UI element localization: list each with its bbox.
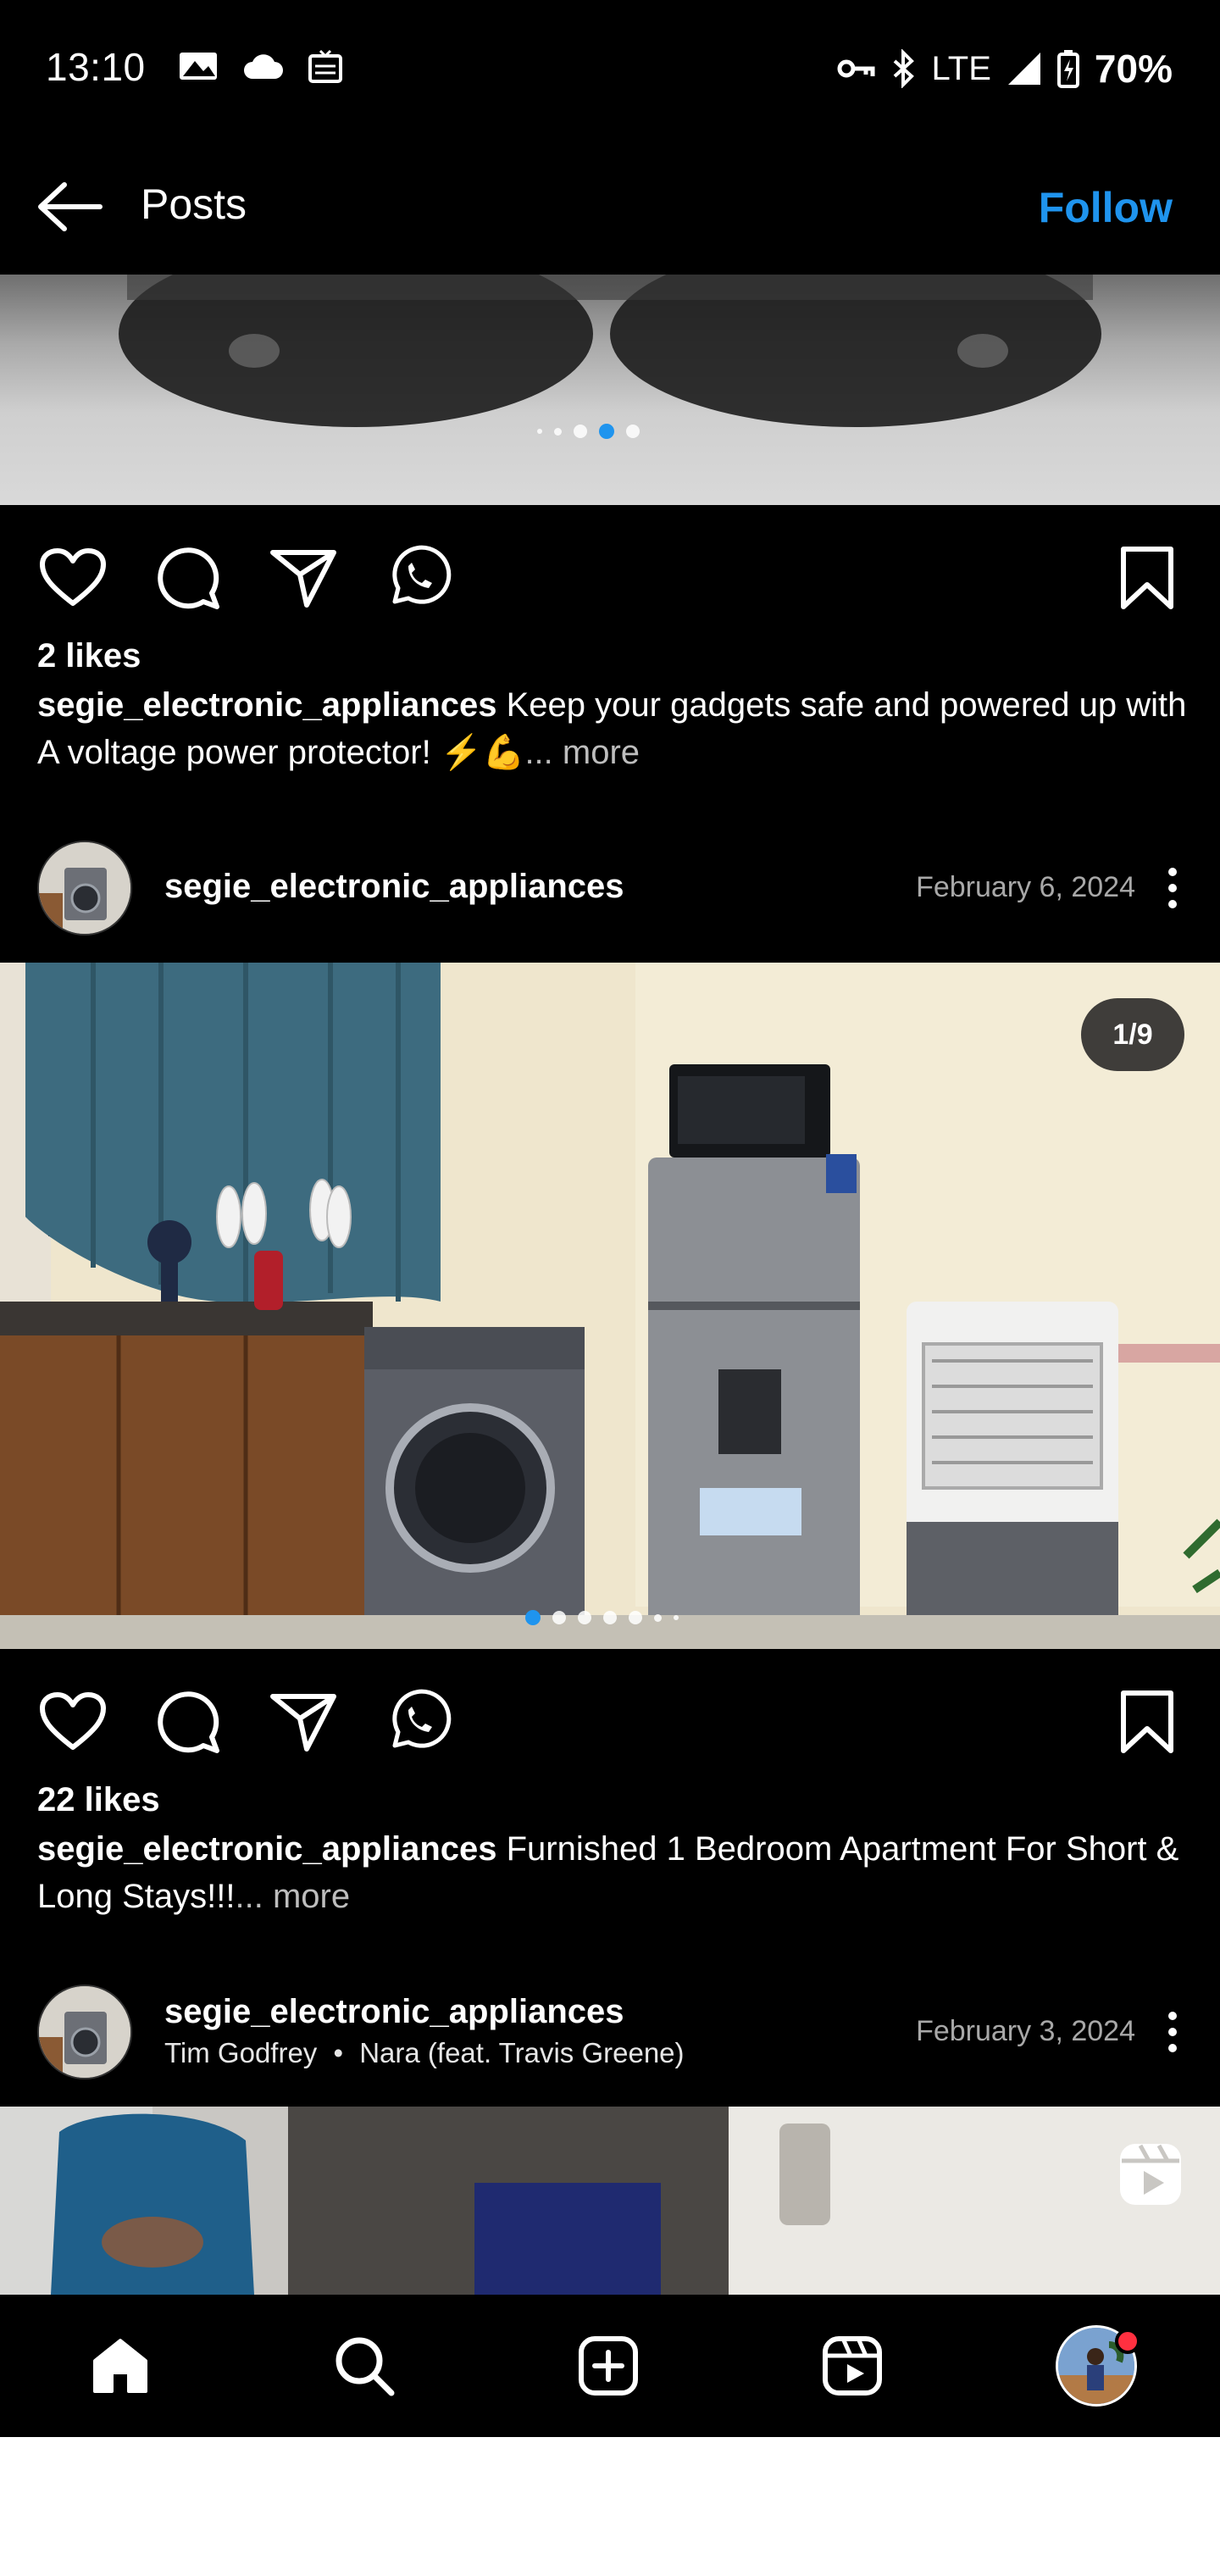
media-counter: 1/9 xyxy=(1081,998,1184,1071)
bookmark-icon xyxy=(1121,1690,1173,1753)
whatsapp-icon xyxy=(392,1689,452,1748)
post-media-image[interactable]: 1/9 xyxy=(0,963,1220,1649)
likes-count[interactable]: 2 likes xyxy=(37,637,141,675)
battery-icon xyxy=(1056,50,1079,88)
nav-create[interactable] xyxy=(568,2325,649,2407)
post-action-row xyxy=(0,532,1220,617)
battery-percent: 70% xyxy=(1094,47,1173,91)
top-app-bar: Posts Follow xyxy=(0,136,1220,275)
bookmark-icon xyxy=(1121,547,1173,609)
caption-username[interactable]: segie_electronic_appliances xyxy=(37,686,497,724)
back-arrow-icon xyxy=(38,182,103,231)
more-options-button[interactable] xyxy=(1147,854,1198,922)
washing-machine-avatar xyxy=(39,842,130,934)
like-button[interactable] xyxy=(37,1686,108,1757)
more-options-button[interactable] xyxy=(1147,1998,1198,2066)
post-date: February 6, 2024 xyxy=(916,871,1135,903)
like-button[interactable] xyxy=(37,542,108,613)
sim-icon xyxy=(308,49,342,83)
comment-icon xyxy=(158,1691,219,1753)
avatar[interactable] xyxy=(37,1985,132,2079)
carousel-dot xyxy=(629,1611,642,1624)
post-username[interactable]: segie_electronic_appliances xyxy=(164,1993,624,2031)
audio-separator: • xyxy=(333,2037,344,2068)
save-button[interactable] xyxy=(1112,542,1183,613)
carousel-dot xyxy=(537,429,542,434)
network-type: LTE xyxy=(931,49,991,87)
signal-icon xyxy=(1007,53,1040,85)
create-icon xyxy=(579,2336,638,2396)
send-icon xyxy=(270,550,336,608)
save-button[interactable] xyxy=(1112,1686,1183,1757)
more-link[interactable]: ... more xyxy=(235,1878,350,1915)
comment-icon xyxy=(158,547,219,609)
apartment-appliances-photo xyxy=(0,963,1220,1649)
whatsapp-button[interactable] xyxy=(383,542,454,613)
page-title: Posts xyxy=(141,180,247,228)
gallery-icon xyxy=(180,53,217,80)
notification-dot xyxy=(1115,2329,1140,2354)
search-icon xyxy=(336,2337,395,2396)
whatsapp-icon xyxy=(392,545,452,604)
home-icon xyxy=(93,2339,147,2393)
heart-icon xyxy=(40,1692,106,1750)
app-screen: 13:10 LTE 70% Posts Follow 2 likes segie… xyxy=(0,0,1220,2437)
post-caption: segie_electronic_appliances Keep your ga… xyxy=(37,681,1190,776)
audio-artist: Tim Godfrey xyxy=(164,2037,318,2068)
status-left-icons xyxy=(178,47,344,85)
post-caption: segie_electronic_appliances Furnished 1 … xyxy=(37,1825,1190,1920)
whatsapp-button[interactable] xyxy=(383,1686,454,1757)
cloud-icon xyxy=(244,54,283,79)
share-button[interactable] xyxy=(268,1686,339,1757)
washing-machine-avatar xyxy=(39,1986,130,2078)
reels-icon xyxy=(1120,2144,1181,2205)
more-link[interactable]: ... more xyxy=(524,734,640,771)
comment-button[interactable] xyxy=(152,542,224,613)
carousel-indicator xyxy=(525,1610,679,1625)
carousel-dot xyxy=(654,1613,662,1622)
share-button[interactable] xyxy=(268,542,339,613)
post-header: segie_electronic_appliances Tim Godfrey … xyxy=(0,1981,1220,2083)
post-action-row xyxy=(0,1676,1220,1761)
nav-home[interactable] xyxy=(80,2325,161,2407)
post-date: February 3, 2024 xyxy=(916,2015,1135,2047)
carousel-dot xyxy=(578,1611,591,1624)
likes-count[interactable]: 22 likes xyxy=(37,1781,160,1819)
reels-icon xyxy=(823,2336,882,2396)
reels-indicator xyxy=(1117,2140,1184,2212)
heart-icon xyxy=(40,548,106,606)
follow-button[interactable]: Follow xyxy=(1039,183,1173,232)
bottom-navigation xyxy=(0,2295,1220,2437)
post-header: segie_electronic_appliances February 6, … xyxy=(0,837,1220,939)
carousel-dot xyxy=(554,427,562,436)
carousel-dot xyxy=(574,425,587,438)
audio-attribution[interactable]: Tim Godfrey • Nara (feat. Travis Greene) xyxy=(164,2037,685,2069)
post-media-image[interactable] xyxy=(0,275,1220,505)
reel-video-frame xyxy=(0,2107,1220,2295)
carousel-indicator xyxy=(537,424,640,439)
carousel-dot-active xyxy=(525,1610,541,1625)
bluetooth-icon xyxy=(893,49,914,88)
nav-reels[interactable] xyxy=(812,2325,893,2407)
carousel-dot xyxy=(674,1615,679,1620)
status-time: 13:10 xyxy=(46,45,146,89)
carousel-dot xyxy=(552,1611,566,1624)
nav-search[interactable] xyxy=(324,2325,405,2407)
comment-button[interactable] xyxy=(152,1686,224,1757)
carousel-dot xyxy=(603,1611,617,1624)
send-icon xyxy=(270,1694,336,1752)
status-bar: 13:10 LTE 70% xyxy=(0,0,1220,136)
post-username[interactable]: segie_electronic_appliances xyxy=(164,868,624,906)
caption-username[interactable]: segie_electronic_appliances xyxy=(37,1830,497,1868)
power-protector-photo xyxy=(119,275,1101,427)
back-button[interactable] xyxy=(34,171,105,242)
vpn-key-icon xyxy=(837,59,875,78)
post-media-video[interactable] xyxy=(0,2107,1220,2295)
avatar[interactable] xyxy=(37,841,132,935)
status-right-icons: LTE 70% xyxy=(837,46,1173,92)
audio-track: Nara (feat. Travis Greene) xyxy=(359,2037,685,2068)
carousel-dot xyxy=(626,425,640,438)
carousel-dot-active xyxy=(599,424,614,439)
